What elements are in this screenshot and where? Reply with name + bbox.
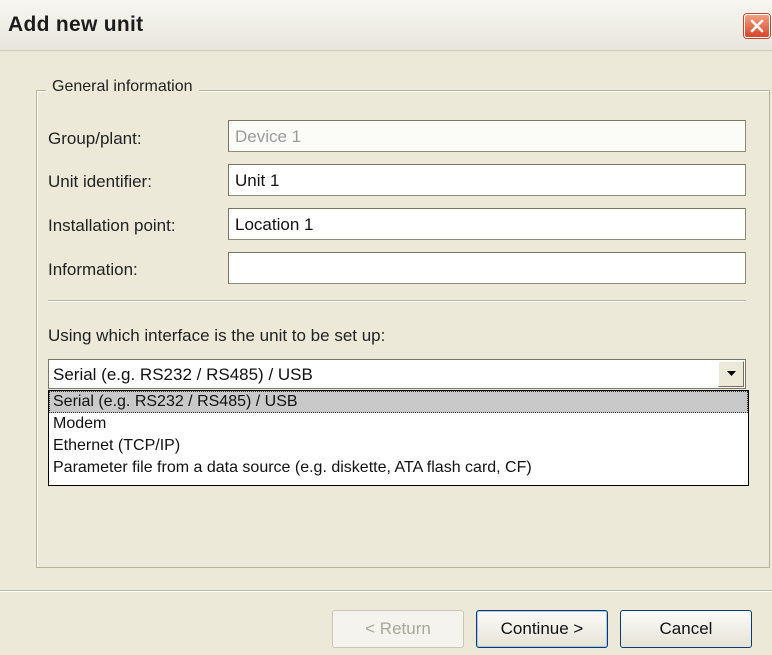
chevron-down-icon <box>727 371 736 376</box>
section-divider <box>48 300 746 302</box>
unit-identifier-label: Unit identifier: <box>48 172 152 191</box>
interface-option-serial[interactable]: Serial (e.g. RS232 / RS485) / USB <box>49 391 748 413</box>
unit-identifier-field[interactable]: Unit 1 <box>228 164 746 196</box>
footer-divider <box>0 590 772 592</box>
interface-option-modem[interactable]: Modem <box>49 413 748 435</box>
installation-point-field[interactable]: Location 1 <box>228 208 746 240</box>
title-bar[interactable]: Add new unit <box>0 0 772 51</box>
group-plant-field: Device 1 <box>228 120 746 152</box>
interface-options-list[interactable]: Serial (e.g. RS232 / RS485) / USB Modem … <box>48 390 749 486</box>
continue-button[interactable]: Continue > <box>476 610 608 648</box>
group-legend: General information <box>46 78 199 96</box>
return-button[interactable]: < Return <box>332 610 464 648</box>
close-icon <box>750 19 764 33</box>
interface-option-parameter-file[interactable]: Parameter file from a data source (e.g. … <box>49 457 748 479</box>
dropdown-button[interactable] <box>718 361 744 387</box>
window-title: Add new unit <box>8 13 144 36</box>
information-field[interactable] <box>228 252 746 284</box>
interface-prompt: Using which interface is the unit to be … <box>48 326 386 345</box>
interface-select[interactable]: Serial (e.g. RS232 / RS485) / USB <box>48 359 746 389</box>
information-label: Information: <box>48 260 138 279</box>
add-unit-dialog: Add new unit General information Group/p… <box>0 0 772 655</box>
interface-option-ethernet[interactable]: Ethernet (TCP/IP) <box>49 435 748 457</box>
group-plant-label: Group/plant: <box>48 129 142 148</box>
installation-point-label: Installation point: <box>48 216 176 235</box>
interface-select-value: Serial (e.g. RS232 / RS485) / USB <box>53 365 313 384</box>
close-button[interactable] <box>744 14 770 38</box>
cancel-button[interactable]: Cancel <box>620 610 752 648</box>
